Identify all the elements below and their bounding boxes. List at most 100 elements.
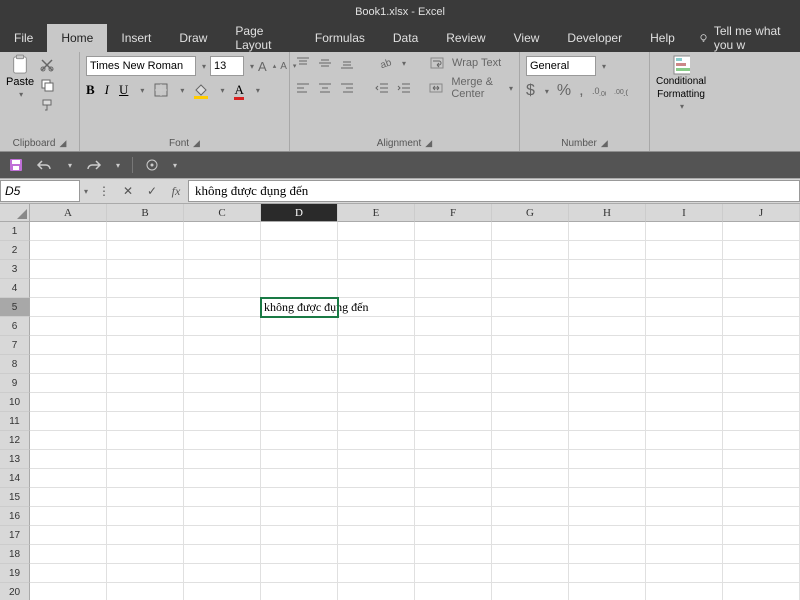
cell[interactable]: [30, 374, 107, 393]
cell[interactable]: [184, 393, 261, 412]
row-header[interactable]: 12: [0, 431, 30, 450]
name-box[interactable]: D5: [0, 180, 80, 202]
cell[interactable]: [569, 374, 646, 393]
cell[interactable]: [569, 431, 646, 450]
cell[interactable]: [30, 469, 107, 488]
cell[interactable]: [261, 412, 338, 431]
tab-draw[interactable]: Draw: [165, 24, 221, 52]
cell[interactable]: [261, 488, 338, 507]
font-name-input[interactable]: [86, 56, 196, 76]
cell[interactable]: [646, 583, 723, 600]
column-header[interactable]: D: [261, 204, 338, 222]
percent-icon[interactable]: %: [557, 82, 571, 100]
font-size-input[interactable]: [210, 56, 244, 76]
cell[interactable]: [569, 317, 646, 336]
dialog-launcher-icon[interactable]: ◢: [601, 138, 608, 149]
cell[interactable]: [569, 545, 646, 564]
cell[interactable]: [107, 412, 184, 431]
fill-color-icon[interactable]: [194, 83, 208, 97]
cell[interactable]: [492, 431, 569, 450]
cell[interactable]: [646, 241, 723, 260]
cell[interactable]: [492, 241, 569, 260]
cell[interactable]: [723, 317, 800, 336]
cell[interactable]: [30, 488, 107, 507]
row-header[interactable]: 1: [0, 222, 30, 241]
cell[interactable]: [338, 583, 415, 600]
cell[interactable]: [184, 374, 261, 393]
cell[interactable]: [723, 507, 800, 526]
cell[interactable]: [184, 260, 261, 279]
increase-font-icon[interactable]: A: [258, 59, 267, 74]
redo-icon[interactable]: [84, 158, 102, 172]
cell[interactable]: [646, 488, 723, 507]
cell[interactable]: [646, 355, 723, 374]
cell[interactable]: [30, 241, 107, 260]
cells-area[interactable]: không được đụng đến: [30, 222, 800, 600]
tab-view[interactable]: View: [500, 24, 554, 52]
cell[interactable]: [415, 260, 492, 279]
cell[interactable]: [261, 279, 338, 298]
column-header[interactable]: H: [569, 204, 646, 222]
row-header[interactable]: 11: [0, 412, 30, 431]
cell[interactable]: [646, 507, 723, 526]
cell[interactable]: [338, 526, 415, 545]
cell[interactable]: [415, 279, 492, 298]
cell[interactable]: [107, 317, 184, 336]
underline-button[interactable]: U: [119, 82, 128, 98]
cell[interactable]: [415, 564, 492, 583]
cell[interactable]: [569, 583, 646, 600]
cell[interactable]: [569, 450, 646, 469]
column-header[interactable]: E: [338, 204, 415, 222]
cell[interactable]: [184, 583, 261, 600]
dialog-launcher-icon[interactable]: ◢: [425, 138, 432, 149]
cell[interactable]: [723, 374, 800, 393]
tab-formulas[interactable]: Formulas: [301, 24, 379, 52]
cell[interactable]: [261, 317, 338, 336]
cell[interactable]: [723, 526, 800, 545]
cell[interactable]: [107, 241, 184, 260]
cell[interactable]: [415, 298, 492, 317]
cell[interactable]: [723, 393, 800, 412]
fx-icon[interactable]: fx: [164, 184, 188, 199]
cell[interactable]: [569, 412, 646, 431]
cell[interactable]: không được đụng đến: [261, 298, 338, 317]
cell[interactable]: [107, 469, 184, 488]
cell[interactable]: [338, 431, 415, 450]
cell[interactable]: [30, 317, 107, 336]
column-header[interactable]: C: [184, 204, 261, 222]
row-header[interactable]: 15: [0, 488, 30, 507]
row-header[interactable]: 17: [0, 526, 30, 545]
align-bottom-icon[interactable]: [340, 56, 354, 70]
font-color-icon[interactable]: A: [234, 82, 243, 98]
cell[interactable]: [569, 298, 646, 317]
cell[interactable]: [492, 317, 569, 336]
cell[interactable]: [184, 241, 261, 260]
cell[interactable]: [107, 564, 184, 583]
cell[interactable]: [107, 355, 184, 374]
cell[interactable]: [184, 488, 261, 507]
cell[interactable]: [338, 507, 415, 526]
cell[interactable]: [492, 355, 569, 374]
column-header[interactable]: J: [723, 204, 800, 222]
cell[interactable]: [723, 545, 800, 564]
decrease-indent-icon[interactable]: [375, 81, 389, 95]
column-header[interactable]: I: [646, 204, 723, 222]
save-icon[interactable]: [8, 157, 24, 173]
cell[interactable]: [107, 526, 184, 545]
cell[interactable]: [107, 374, 184, 393]
row-header[interactable]: 20: [0, 583, 30, 600]
cell[interactable]: [30, 222, 107, 241]
cell[interactable]: [184, 564, 261, 583]
touch-mode-icon[interactable]: [145, 158, 159, 172]
cell[interactable]: [492, 336, 569, 355]
tab-help[interactable]: Help: [636, 24, 689, 52]
cell[interactable]: [107, 279, 184, 298]
cell[interactable]: [492, 507, 569, 526]
cell[interactable]: [338, 488, 415, 507]
row-header[interactable]: 3: [0, 260, 30, 279]
cell[interactable]: [261, 260, 338, 279]
cell[interactable]: [415, 222, 492, 241]
row-header[interactable]: 4: [0, 279, 30, 298]
cell[interactable]: [723, 564, 800, 583]
tab-insert[interactable]: Insert: [107, 24, 165, 52]
